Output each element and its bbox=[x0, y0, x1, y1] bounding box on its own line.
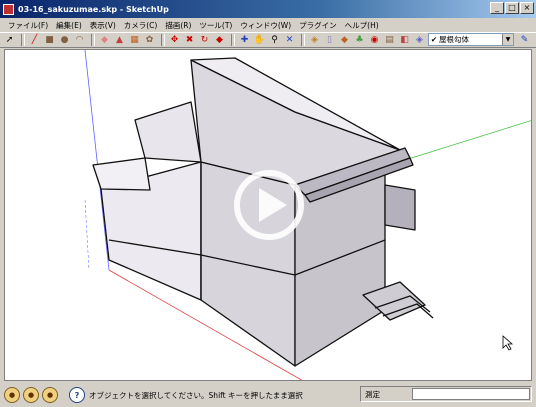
orbit-tool-icon[interactable]: ✚ bbox=[238, 34, 251, 47]
toolbar-separator bbox=[161, 34, 165, 46]
follow-me-tool-icon[interactable]: ◆ bbox=[213, 34, 226, 47]
paint-tool-icon[interactable]: ✿ bbox=[143, 34, 156, 47]
toolbar-separator bbox=[231, 34, 235, 46]
tape-measure-tool-icon[interactable]: ◆ bbox=[338, 34, 351, 47]
component-tool-icon[interactable]: ◈ bbox=[308, 34, 321, 47]
rectangle-tool-icon[interactable]: ■ bbox=[43, 34, 56, 47]
look-around-tool-icon[interactable]: ▤ bbox=[383, 34, 396, 47]
status-message: オブジェクトを選択してください。Shift キーを押したまま選択 bbox=[89, 390, 303, 400]
menu-edit[interactable]: 編集(E) bbox=[52, 20, 86, 31]
circle-tool-icon[interactable]: ● bbox=[58, 34, 71, 47]
menu-plugins[interactable]: プラグイン bbox=[295, 20, 341, 31]
blue-axis-hidden bbox=[84, 199, 90, 271]
rotate-tool-icon[interactable]: ↻ bbox=[198, 34, 211, 47]
user-icon[interactable]: ● bbox=[42, 387, 58, 403]
side-wall bbox=[200, 161, 296, 367]
menu-camera[interactable]: カメラ(C) bbox=[120, 20, 162, 31]
scene-dropdown[interactable]: ✔ 屋根勾体 ▼ bbox=[428, 33, 514, 46]
upper-wing bbox=[134, 101, 202, 163]
axes-tool-icon[interactable]: ◧ bbox=[398, 34, 411, 47]
menu-draw[interactable]: 描画(R) bbox=[161, 20, 195, 31]
extra-toolbar-icon[interactable]: ✎ bbox=[518, 34, 531, 47]
text-tool-icon[interactable]: ♣ bbox=[353, 34, 366, 47]
right-annex bbox=[384, 184, 416, 231]
menu-tools[interactable]: ツール(T) bbox=[195, 20, 236, 31]
menu-file[interactable]: ファイル(F) bbox=[4, 20, 52, 31]
pan-tool-icon[interactable]: ✋ bbox=[253, 34, 266, 47]
minimize-button[interactable]: _ bbox=[490, 2, 504, 14]
select-tool-icon[interactable]: ➚ bbox=[3, 34, 16, 47]
section-tool-icon[interactable]: ▯ bbox=[323, 34, 336, 47]
walk-tool-icon[interactable]: ◉ bbox=[368, 34, 381, 47]
paint-bucket-tool-icon[interactable]: ▲ bbox=[113, 34, 126, 47]
zoom-tool-icon[interactable]: ⚲ bbox=[268, 34, 281, 47]
measure-label: 測定 bbox=[365, 389, 380, 399]
scene-name: 屋根勾体 bbox=[439, 35, 469, 44]
drawing-canvas[interactable] bbox=[4, 49, 532, 381]
measurements-input[interactable] bbox=[412, 388, 530, 400]
blue-axis bbox=[84, 50, 110, 271]
menu-help[interactable]: ヘルプ(H) bbox=[341, 20, 383, 31]
dimension-tool-icon[interactable]: ◈ bbox=[413, 34, 426, 47]
model-viewport[interactable] bbox=[5, 50, 532, 381]
menu-view[interactable]: 表示(V) bbox=[86, 20, 120, 31]
checkmark-icon: ✔ bbox=[430, 35, 438, 44]
eraser-tool-icon[interactable]: ◆ bbox=[98, 34, 111, 47]
menu-bar: ファイル(F) 編集(E) 表示(V) カメラ(C) 描画(R) ツール(T) … bbox=[0, 18, 536, 32]
zoom-window-tool-icon[interactable]: ✕ bbox=[283, 34, 296, 47]
push-pull-tool-icon[interactable]: ▦ bbox=[128, 34, 141, 47]
green-axis bbox=[404, 120, 531, 161]
move-tool-icon[interactable]: ✥ bbox=[168, 34, 181, 47]
scale-tool-icon[interactable]: ✖ bbox=[183, 34, 196, 47]
sketchup-app-icon[interactable] bbox=[3, 3, 14, 15]
title-bar: 03-16_sakuzumae.skp - SketchUp _ □ × bbox=[0, 0, 536, 18]
window-title: 03-16_sakuzumae.skp - SketchUp bbox=[18, 4, 169, 14]
line-tool-icon[interactable]: ╱ bbox=[28, 34, 41, 47]
geo-location-icon[interactable]: ● bbox=[4, 387, 20, 403]
arc-tool-icon[interactable]: ◠ bbox=[73, 34, 86, 47]
menu-window[interactable]: ウィンドウ(W) bbox=[236, 20, 295, 31]
credits-icon[interactable]: ● bbox=[23, 387, 39, 403]
maximize-button[interactable]: □ bbox=[505, 2, 519, 14]
close-button[interactable]: × bbox=[520, 2, 534, 14]
help-icon[interactable]: ? bbox=[69, 387, 85, 403]
balcony-left bbox=[92, 157, 151, 191]
chevron-down-icon[interactable]: ▼ bbox=[502, 34, 513, 45]
toolbar-separator bbox=[21, 34, 25, 46]
toolbar-separator bbox=[301, 34, 305, 46]
mouse-cursor-icon bbox=[502, 335, 514, 351]
toolbar-separator bbox=[91, 34, 95, 46]
